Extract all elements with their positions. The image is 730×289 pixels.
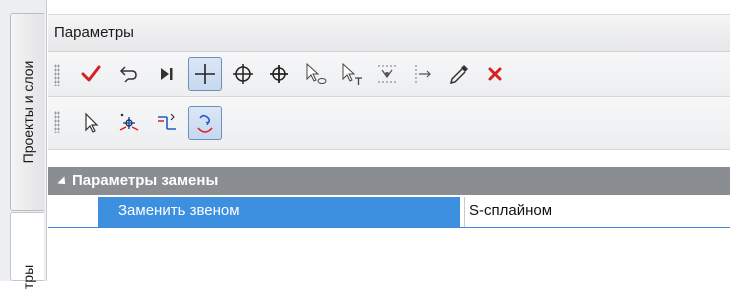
crosshair-plus-icon[interactable] <box>188 57 222 91</box>
circle-crosshair-alt-icon[interactable] <box>262 57 296 91</box>
toolbar-primary <box>48 52 730 97</box>
close-icon[interactable] <box>478 57 512 91</box>
tab-parameters[interactable]: тры <box>10 212 44 289</box>
toolbar-grip-handle[interactable] <box>54 64 60 86</box>
panel-title: Параметры <box>54 24 134 41</box>
dashed-snap-icon[interactable] <box>370 57 404 91</box>
tab-parameters-label: тры <box>19 264 36 289</box>
skip-to-end-icon[interactable] <box>150 57 184 91</box>
parameters-panel: Параметры Параметры замены Заменить звен… <box>48 0 730 281</box>
side-tab-strip: Проекты и слои тры <box>0 0 47 289</box>
tab-projects-layers-label: Проекты и слои <box>19 60 36 164</box>
row-indent <box>48 197 98 227</box>
toolbar-secondary <box>48 97 730 150</box>
toolbar-grip-handle[interactable] <box>54 111 60 133</box>
replace-spline-icon[interactable] <box>188 106 222 140</box>
segment-edit-icon[interactable] <box>150 106 184 140</box>
panel-titlebar: Параметры <box>48 15 730 52</box>
section-header-label: Параметры замены <box>72 172 219 189</box>
collapse-arrow-icon[interactable] <box>57 176 69 188</box>
section-header-replace-params[interactable]: Параметры замены <box>48 167 730 195</box>
dashed-node-icon[interactable] <box>406 57 440 91</box>
property-name[interactable]: Заменить звеном <box>98 197 460 227</box>
cursor-circle-icon[interactable] <box>298 57 332 91</box>
checkmark-icon[interactable] <box>74 57 108 91</box>
property-row[interactable]: Заменить звеном S-сплайном <box>48 197 730 228</box>
property-value[interactable]: S-сплайном <box>464 197 730 227</box>
cursor-icon[interactable] <box>74 106 108 140</box>
circle-crosshair-icon[interactable] <box>226 57 260 91</box>
cursor-t-icon[interactable] <box>334 57 368 91</box>
undo-arrow-icon[interactable] <box>112 57 146 91</box>
tab-projects-layers[interactable]: Проекты и слои <box>10 13 44 211</box>
eyedropper-icon[interactable] <box>442 57 476 91</box>
empty-area <box>48 228 730 281</box>
node-add-icon[interactable] <box>112 106 146 140</box>
top-divider <box>48 0 730 15</box>
